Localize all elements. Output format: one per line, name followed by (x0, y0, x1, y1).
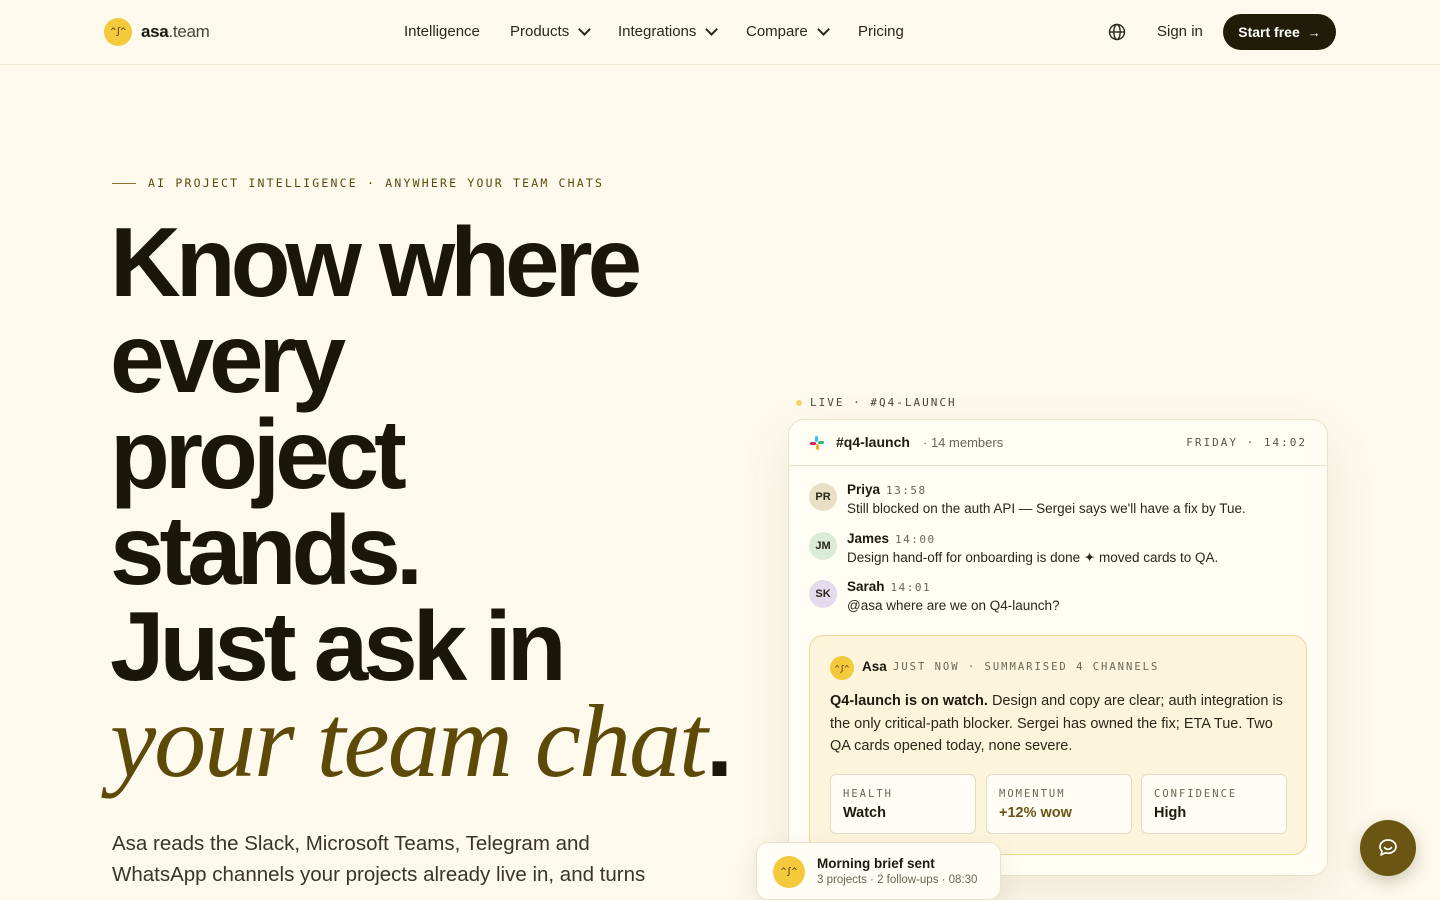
channel-header: #q4-launch · 14 members FRIDAY · 14:02 (789, 420, 1327, 466)
brand-name: asa.team (141, 22, 210, 41)
message-text: Still blocked on the auth API — Sergei s… (847, 501, 1246, 516)
arrow-right-icon: → (1307, 24, 1321, 40)
asa-face-icon: ^ʃ^ (830, 656, 854, 680)
asa-meta: JUST NOW · SUMMARISED 4 CHANNELS (893, 661, 1160, 673)
hero-eyebrow: AI PROJECT INTELLIGENCE · ANYWHERE YOUR … (112, 176, 604, 190)
hero-headline: Know where every project stands. Just as… (110, 207, 733, 799)
chevron-down-icon (578, 22, 592, 36)
asa-face-icon: ^ʃ^ (773, 856, 805, 888)
channel-members: · 14 members (923, 435, 1004, 450)
brand-face-icon: ^ʃ^ (104, 18, 132, 46)
stat-confidence: CONFIDENCE High (1141, 774, 1287, 834)
chat-launcher-button[interactable] (1360, 820, 1416, 876)
chat-preview-card: #q4-launch · 14 members FRIDAY · 14:02 P… (788, 419, 1328, 876)
headline-italic: your team chat (110, 684, 708, 799)
brand-logo[interactable]: ^ʃ^ asa.team (104, 18, 210, 46)
globe-icon[interactable] (1108, 23, 1126, 41)
chevron-down-icon (705, 22, 719, 36)
avatar: SK (809, 580, 837, 608)
message-text: @asa where are we on Q4-launch? (847, 598, 1060, 613)
channel-timestamp: FRIDAY · 14:02 (1186, 436, 1307, 449)
chat-message: SK Sarah 14:01 @asa where are we on Q4-la… (809, 578, 1060, 613)
sign-in-link[interactable]: Sign in (1157, 23, 1203, 40)
live-dot-icon (796, 399, 802, 406)
nav-intelligence[interactable]: Intelligence (404, 23, 480, 40)
chat-message: PR Priya 13:58 Still blocked on the auth … (809, 481, 1246, 516)
morning-brief-toast: ^ʃ^ Morning brief sent 3 projects · 2 fo… (756, 842, 1001, 900)
message-text: Design hand-off for onboarding is done ✦… (847, 550, 1219, 565)
slack-icon (810, 436, 824, 450)
live-indicator: LIVE · #Q4-LAUNCH (796, 396, 957, 409)
stat-health: HEALTH Watch (830, 774, 976, 834)
chevron-down-icon (816, 22, 830, 36)
hero-lede: Asa reads the Slack, Microsoft Teams, Te… (112, 832, 646, 886)
asa-summary-reply: ^ʃ^ Asa JUST NOW · SUMMARISED 4 CHANNELS… (809, 635, 1307, 855)
avatar: PR (809, 483, 837, 511)
nav-products[interactable]: Products (510, 22, 592, 40)
chat-bubble-icon (1379, 839, 1397, 856)
nav-integrations[interactable]: Integrations (618, 22, 719, 40)
asa-summary-text: Q4-launch is on watch. Design and copy a… (830, 693, 1283, 754)
channel-name: #q4-launch (836, 434, 910, 450)
avatar: JM (809, 532, 837, 560)
stat-momentum: MOMENTUM +12% wow (986, 774, 1132, 834)
chat-message: JM James 14:00 Design hand-off for onboar… (809, 530, 1218, 566)
top-nav: ^ʃ^ asa.team Intelligence Products Integ… (0, 0, 1440, 65)
start-free-button[interactable]: Start free → (1223, 14, 1336, 50)
eyebrow-rule (112, 182, 136, 184)
nav-compare[interactable]: Compare (746, 22, 830, 40)
nav-pricing[interactable]: Pricing (858, 23, 904, 40)
